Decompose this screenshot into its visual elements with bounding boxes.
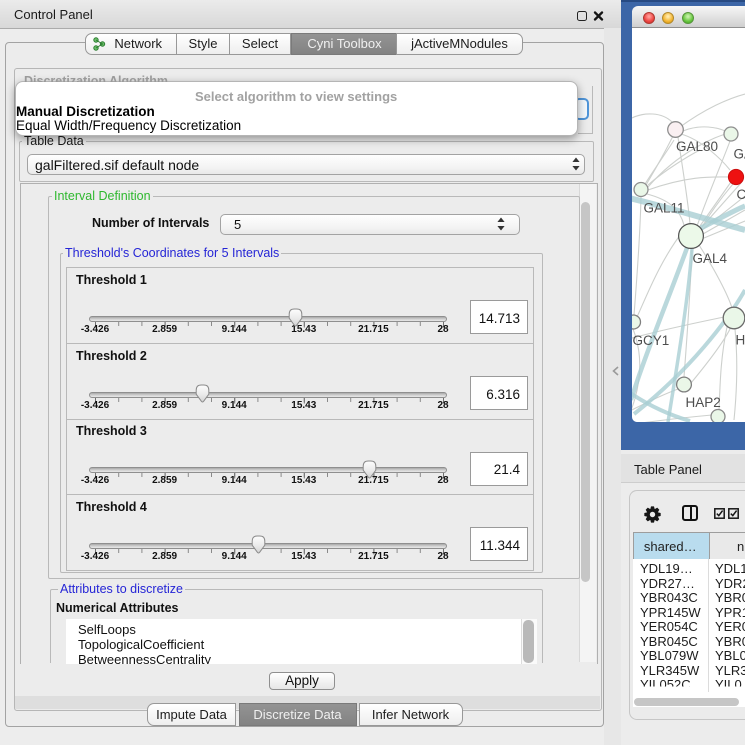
svg-text:GAL80: GAL80 (676, 139, 718, 154)
svg-text:GA: GA (734, 147, 745, 162)
svg-text:HAP2: HAP2 (686, 395, 721, 410)
svg-text:CY: CY (737, 187, 745, 202)
svg-text:GAL4: GAL4 (693, 251, 728, 266)
svg-text:H: H (736, 333, 745, 348)
svg-text:GAL11: GAL11 (644, 201, 685, 216)
svg-text:GCY1: GCY1 (633, 333, 670, 348)
